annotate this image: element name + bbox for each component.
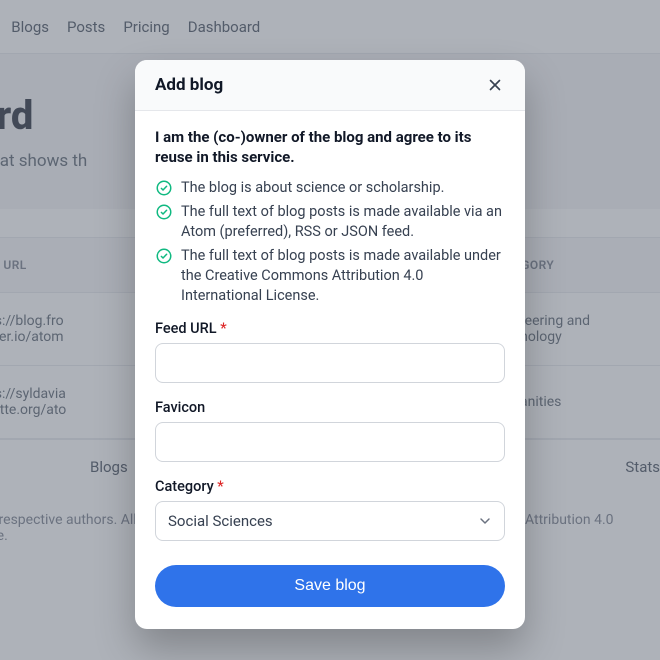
feed-url-label: Feed URL * [155, 320, 505, 337]
feed-url-input[interactable] [155, 343, 505, 383]
check-circle-icon [155, 179, 173, 197]
modal-body: I am the (co-)owner of the blog and agre… [135, 111, 525, 629]
modal-header: Add blog [135, 60, 525, 111]
favicon-input[interactable] [155, 422, 505, 462]
list-item: The full text of blog posts is made avai… [155, 246, 505, 306]
category-select[interactable]: Social Sciences [155, 501, 505, 541]
check-circle-icon [155, 203, 173, 221]
add-blog-modal: Add blog I am the (co-)owner of the blog… [135, 60, 525, 629]
requirement-text: The full text of blog posts is made avai… [181, 246, 505, 306]
check-circle-icon [155, 247, 173, 265]
consent-text: I am the (co-)owner of the blog and agre… [155, 127, 505, 168]
list-item: The blog is about science or scholarship… [155, 178, 505, 198]
close-icon[interactable] [485, 75, 505, 95]
feed-url-field: Feed URL * [155, 320, 505, 383]
requirements-list: The blog is about science or scholarship… [155, 178, 505, 306]
modal-overlay[interactable]: Add blog I am the (co-)owner of the blog… [0, 0, 660, 660]
category-label: Category * [155, 478, 505, 495]
requirement-text: The full text of blog posts is made avai… [181, 202, 505, 242]
favicon-field: Favicon [155, 399, 505, 462]
modal-title: Add blog [155, 75, 223, 95]
save-blog-button[interactable]: Save blog [155, 565, 505, 607]
favicon-label: Favicon [155, 399, 505, 416]
list-item: The full text of blog posts is made avai… [155, 202, 505, 242]
category-field: Category * Social Sciences [155, 478, 505, 541]
requirement-text: The blog is about science or scholarship… [181, 178, 444, 198]
